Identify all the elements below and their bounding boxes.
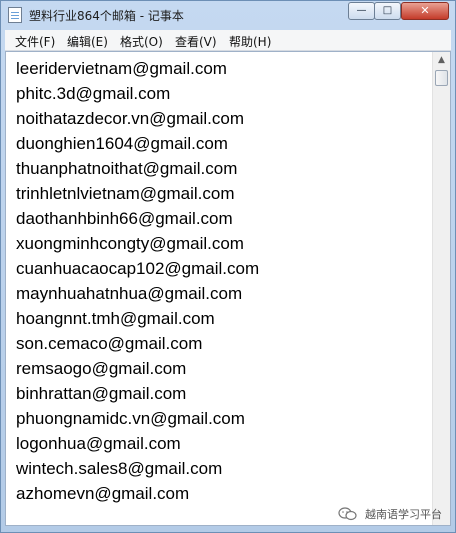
text-line: hoangnnt.tmh@gmail.com — [16, 309, 215, 328]
menu-view[interactable]: 查看(V) — [175, 33, 217, 50]
title-bar[interactable]: 塑料行业864个邮箱 - 记事本 — □ ✕ — [1, 1, 455, 29]
text-editor[interactable]: leeridervietnam@gmail.com phitc.3d@gmail… — [5, 51, 451, 526]
vertical-scrollbar[interactable]: ▲ — [432, 52, 450, 525]
text-line: cuanhuacaocap102@gmail.com — [16, 259, 260, 278]
menu-format[interactable]: 格式(O) — [120, 33, 163, 50]
menu-bar: 文件(F) 编辑(E) 格式(O) 查看(V) 帮助(H) — [5, 30, 451, 51]
menu-edit[interactable]: 编辑(E) — [67, 33, 108, 50]
wechat-icon — [338, 507, 357, 521]
text-line: wintech.sales8@gmail.com — [16, 459, 223, 478]
text-line: daothanhbinh66@gmail.com — [16, 209, 233, 228]
scroll-up-arrow-icon[interactable]: ▲ — [434, 53, 449, 68]
text-line: binhrattan@gmail.com — [16, 384, 187, 403]
scroll-thumb[interactable] — [435, 70, 448, 86]
window-title: 塑料行业864个邮箱 - 记事本 — [29, 9, 184, 23]
minimize-button[interactable]: — — [348, 2, 375, 20]
text-line: phitc.3d@gmail.com — [16, 84, 171, 103]
text-line: logonhua@gmail.com — [16, 434, 181, 453]
text-line: leeridervietnam@gmail.com — [16, 59, 227, 78]
notepad-window: 塑料行业864个邮箱 - 记事本 — □ ✕ 文件(F) 编辑(E) 格式(O)… — [0, 0, 456, 533]
maximize-button[interactable]: □ — [374, 2, 401, 20]
text-line: duonghien1604@gmail.com — [16, 134, 228, 153]
text-line: maynhuahatnhua@gmail.com — [16, 284, 243, 303]
notepad-icon — [8, 7, 22, 23]
text-line: noithatazdecor.vn@gmail.com — [16, 109, 244, 128]
watermark-text: 越南语学习平台 — [365, 508, 442, 521]
text-line: remsaogo@gmail.com — [16, 359, 187, 378]
watermark: 越南语学习平台 — [338, 504, 456, 524]
menu-help[interactable]: 帮助(H) — [229, 33, 271, 50]
text-line: thuanphatnoithat@gmail.com — [16, 159, 238, 178]
text-line: azhomevn@gmail.com — [16, 484, 190, 503]
text-content: leeridervietnam@gmail.com phitc.3d@gmail… — [16, 56, 259, 506]
text-line: phuongnamidc.vn@gmail.com — [16, 409, 245, 428]
text-line: xuongminhcongty@gmail.com — [16, 234, 244, 253]
text-line: son.cemaco@gmail.com — [16, 334, 203, 353]
close-button[interactable]: ✕ — [401, 2, 449, 20]
menu-file[interactable]: 文件(F) — [15, 33, 55, 50]
text-line: trinhletnlvietnam@gmail.com — [16, 184, 235, 203]
